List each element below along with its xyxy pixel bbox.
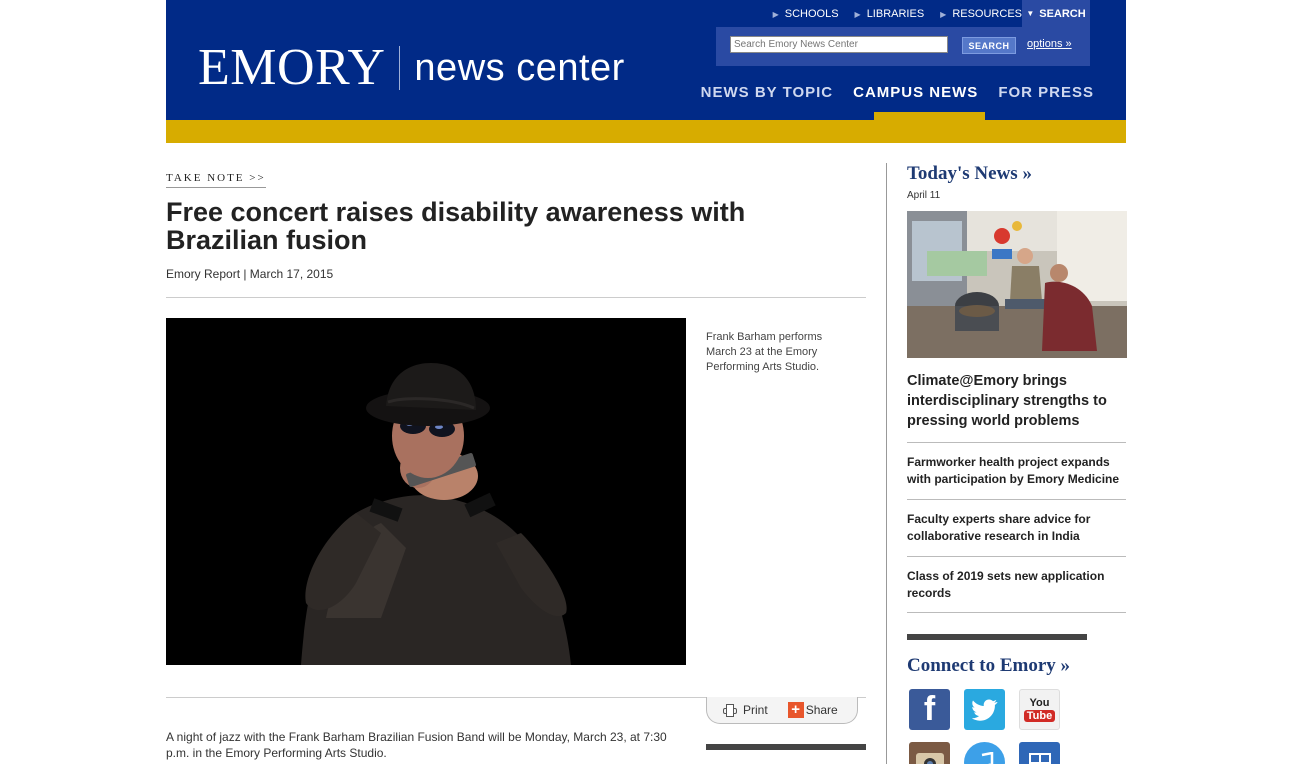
search-input[interactable] (730, 36, 948, 53)
facebook-icon[interactable]: f (909, 689, 950, 730)
logo-emory-wordmark: EMORY (198, 39, 386, 96)
nav-active-indicator (874, 112, 985, 120)
site-header: EMORY news center ▶ SCHOOLS ▶ LIBRARIES ▶ R… (166, 0, 1126, 120)
youtube-tube-text: Tube (1023, 710, 1056, 722)
list-item[interactable]: Faculty experts share advice for collabo… (907, 499, 1126, 556)
article-headline: Free concert raises disability awareness… (166, 197, 746, 255)
todays-news-photo[interactable] (907, 211, 1127, 358)
article-body: A night of jazz with the Frank Barham Br… (166, 730, 667, 760)
article-byline: Emory Report | March 17, 2015 (166, 267, 334, 281)
list-item[interactable]: Class of 2019 sets new application recor… (907, 556, 1126, 613)
instagram-icon[interactable] (909, 742, 950, 764)
search-tab-label: SEARCH (1039, 7, 1086, 20)
nav-campus-news[interactable]: CAMPUS NEWS (853, 84, 978, 101)
todays-news-lead-headline[interactable]: Climate@Emory brings interdisciplinary s… (907, 371, 1126, 431)
connect-heading[interactable]: Connect to Emory » (907, 655, 1070, 677)
triangle-right-icon: ▶ (940, 9, 947, 19)
util-link-label: RESOURCES (952, 8, 1022, 20)
triangle-right-icon: ▶ (854, 9, 861, 19)
search-panel: SEARCH options » (716, 27, 1090, 66)
lab-photo-illustration (907, 211, 1127, 358)
photo-caption: Frank Barham performs March 23 at the Em… (706, 331, 823, 373)
youtube-text: You (1029, 697, 1050, 709)
section-rule (907, 634, 1087, 640)
divider (166, 297, 866, 298)
util-link-schools[interactable]: ▶ SCHOOLS (773, 8, 839, 20)
grid-app-icon[interactable] (1019, 742, 1060, 764)
share-link[interactable]: Share (806, 703, 838, 717)
logo-divider (399, 46, 401, 90)
search-button[interactable]: SEARCH (962, 37, 1016, 54)
article-kicker[interactable]: TAKE NOTE >> (166, 172, 266, 188)
logo-news-center: news center (414, 47, 625, 89)
site-logo[interactable]: EMORY news center (198, 38, 625, 98)
util-link-label: SCHOOLS (784, 8, 839, 20)
twitter-icon[interactable] (964, 689, 1005, 730)
todays-news-date: April 11 (907, 190, 941, 201)
utility-links: ▶ SCHOOLS ▶ LIBRARIES ▶ RESOURCES (757, 8, 1022, 20)
util-link-libraries[interactable]: ▶ LIBRARIES (855, 8, 925, 20)
social-row-1: f You Tube (909, 689, 1060, 730)
triangle-right-icon: ▶ (772, 9, 779, 19)
gold-bar (166, 120, 1126, 143)
article-photo (166, 318, 686, 665)
triangle-down-icon: ▼ (1026, 9, 1035, 18)
printer-icon[interactable] (723, 703, 737, 717)
todays-news-list: Farmworker health project expands with p… (907, 442, 1126, 613)
section-rule (706, 744, 866, 750)
youtube-icon[interactable]: You Tube (1019, 689, 1060, 730)
itunes-icon[interactable] (964, 742, 1005, 764)
search-tab[interactable]: ▼ SEARCH (1022, 0, 1090, 27)
todays-news-heading[interactable]: Today's News » (907, 163, 1032, 185)
social-row-2 (909, 742, 1060, 764)
nav-news-by-topic[interactable]: NEWS BY TOPIC (701, 84, 833, 101)
sidebar-divider (886, 163, 887, 764)
share-plus-icon[interactable]: + (787, 702, 804, 718)
util-link-resources[interactable]: ▶ RESOURCES (940, 8, 1022, 20)
search-options-link[interactable]: options » (1027, 38, 1072, 50)
nav-for-press[interactable]: FOR PRESS (998, 84, 1094, 101)
print-share-bar: Print + Share (706, 697, 858, 724)
list-item[interactable]: Farmworker health project expands with p… (907, 442, 1126, 499)
print-link[interactable]: Print (743, 703, 768, 717)
main-nav: NEWS BY TOPIC CAMPUS NEWS FOR PRESS (701, 84, 1094, 101)
performer-photo-illustration (166, 318, 686, 665)
util-link-label: LIBRARIES (866, 8, 925, 20)
